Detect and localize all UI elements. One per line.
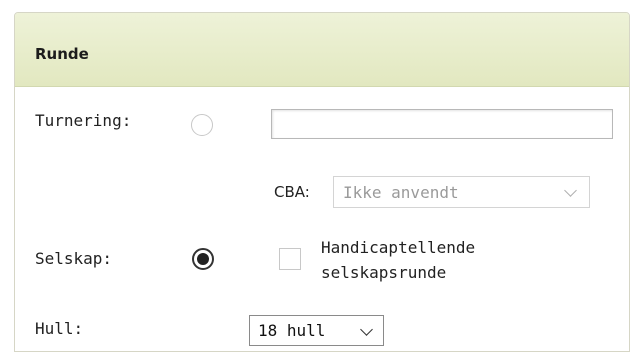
chevron-down-icon: [360, 323, 373, 336]
panel-header: Runde: [15, 13, 629, 87]
hull-label: Hull:: [35, 319, 84, 338]
selskap-radio[interactable]: [192, 248, 214, 270]
cba-label: CBA:: [274, 183, 310, 201]
radio-selected-dot: [197, 253, 209, 265]
handicap-checkbox-label: Handicaptellende selskapsrunde: [321, 238, 476, 282]
chevron-down-icon: [564, 184, 577, 197]
hull-select[interactable]: 18 hull: [249, 315, 384, 346]
handicap-checkbox[interactable]: [279, 248, 301, 270]
selskap-label: Selskap:: [35, 249, 113, 268]
turnering-label: Turnering:: [35, 111, 132, 130]
turnering-radio[interactable]: [191, 114, 213, 136]
turnering-input[interactable]: [271, 109, 613, 139]
cba-select-value: Ikke anvendt: [343, 183, 459, 202]
cba-select[interactable]: Ikke anvendt: [333, 176, 590, 208]
round-panel: Runde Turnering: CBA: Ikke anvendt Selsk…: [14, 12, 630, 352]
hull-select-value: 18 hull: [258, 321, 326, 340]
panel-title: Runde: [35, 45, 89, 63]
